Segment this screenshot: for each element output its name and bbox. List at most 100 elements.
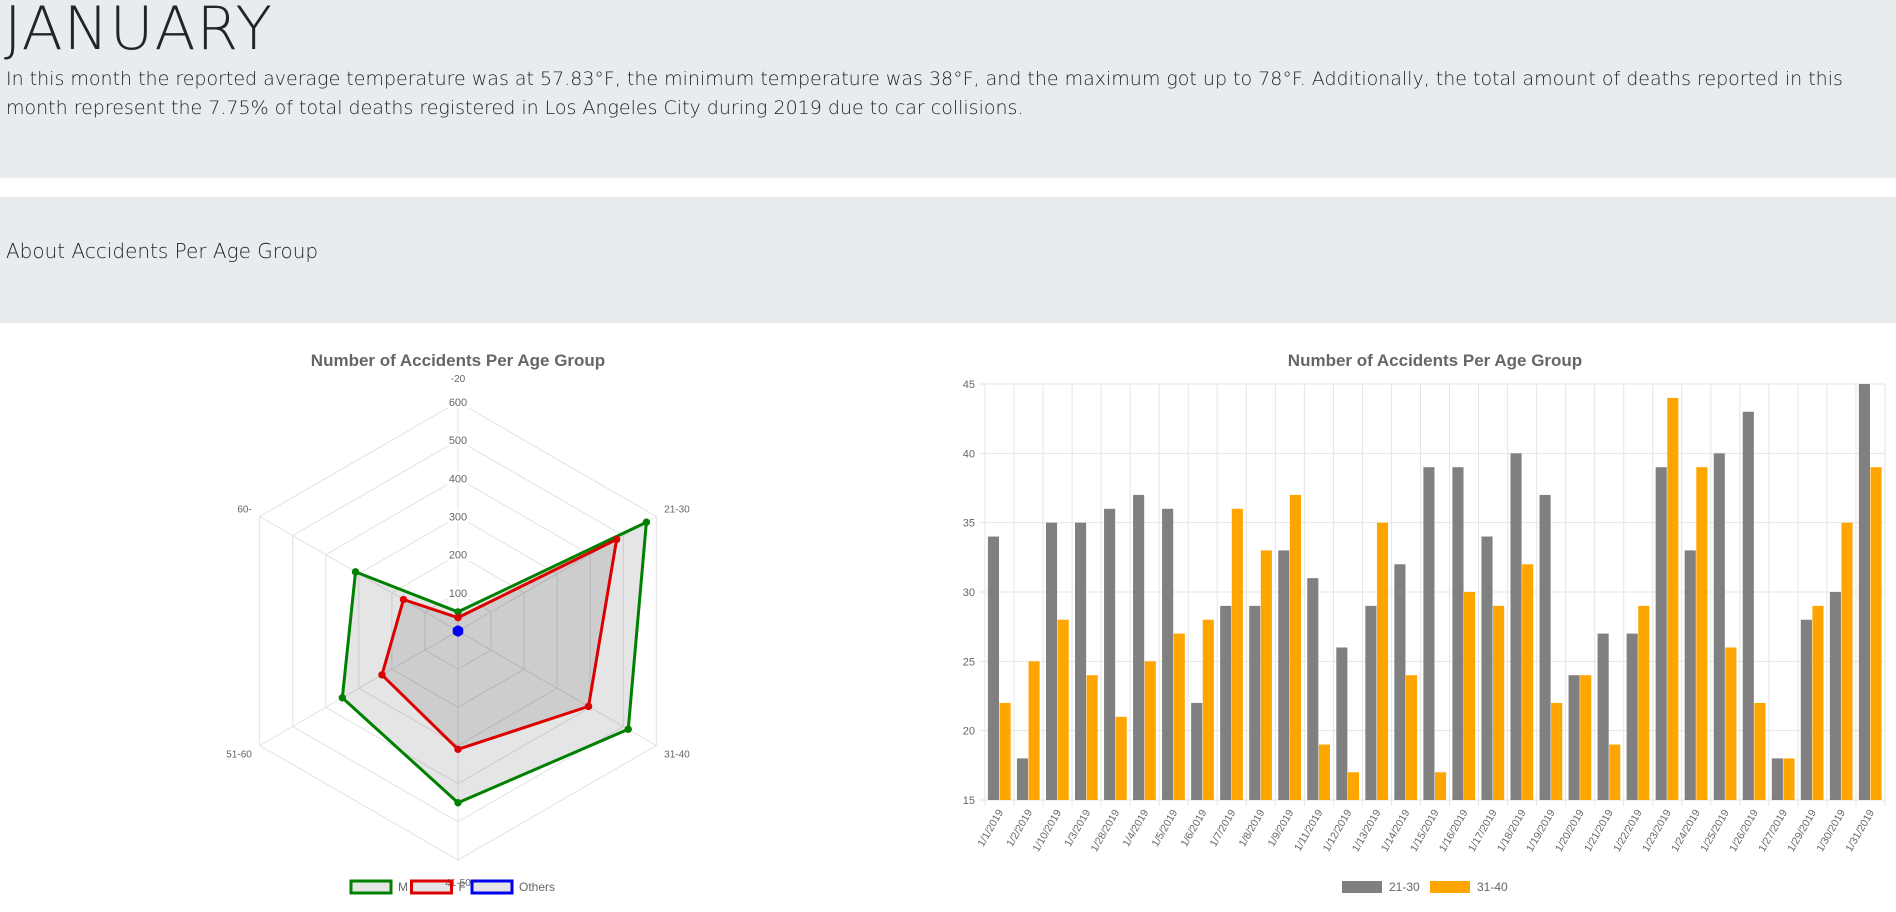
bar-21-30 <box>1423 467 1435 800</box>
radar-chart-container: Number of Accidents Per Age Group 100 200 3… <box>0 340 916 907</box>
bar-21-30 <box>1510 453 1522 800</box>
bar-21-30 <box>1278 550 1290 800</box>
bar-legend: 21-30 31-40 <box>1342 880 1508 894</box>
radar-point <box>584 702 593 711</box>
radar-point <box>378 671 386 679</box>
bar-x-tick-label: 1/28/2019 <box>1088 807 1122 854</box>
bar-31-40 <box>1086 675 1098 800</box>
bar-31-40 <box>1696 467 1708 800</box>
radar-point <box>452 626 461 634</box>
bar-31-40 <box>1405 675 1418 800</box>
radar-point <box>612 535 621 544</box>
radar-point <box>624 725 632 733</box>
radar-axis-label: -20 <box>451 374 466 385</box>
legend-swatch-21-30 <box>1342 881 1382 893</box>
bar-x-tick-label: 1/2/2019 <box>1004 807 1035 849</box>
bar-21-30 <box>1626 633 1638 800</box>
bar-x-tick-label: 1/7/2019 <box>1208 807 1239 849</box>
bar-21-30 <box>1742 411 1754 800</box>
bar-31-40 <box>1115 716 1127 800</box>
radar-tick-label: 100 <box>449 588 467 600</box>
radar-point <box>338 694 347 702</box>
bar-31-40 <box>1435 772 1447 800</box>
bar-21-30 <box>1539 494 1551 800</box>
bar-21-30 <box>1307 578 1319 800</box>
bar-y-tick-label: 20 <box>963 726 975 738</box>
legend-swatch-m <box>349 879 393 895</box>
bar-31-40 <box>1812 605 1824 800</box>
bar-31-40 <box>1783 758 1795 800</box>
bar-31-40 <box>1318 744 1330 800</box>
bar-31-40 <box>1580 675 1592 800</box>
bar-y-tick-label: 25 <box>963 656 975 668</box>
bar-chart-title: Number of Accidents Per Age Group <box>1288 351 1582 370</box>
radar-axis-label: 60- <box>237 505 251 516</box>
header-jumbotron: JANUARY In this month the reported avera… <box>0 0 1896 178</box>
bar-31-40 <box>1289 494 1301 800</box>
bar-31-40 <box>1522 564 1534 800</box>
bar-21-30 <box>1481 536 1493 800</box>
bar-21-30 <box>1104 508 1116 800</box>
radar-tick-label: 300 <box>449 512 467 524</box>
legend-swatch-f <box>410 879 453 895</box>
legend-swatch-31-40 <box>1430 881 1470 893</box>
bar-31-40 <box>1347 772 1360 800</box>
bar-x-tick-label: 1/8/2019 <box>1237 807 1268 849</box>
bar-31-40 <box>1841 522 1853 800</box>
radar-tick-label: 200 <box>449 550 467 562</box>
bar-31-40 <box>1870 467 1882 800</box>
bar-21-30 <box>1713 453 1725 800</box>
radar-point <box>454 745 462 754</box>
bar-21-30 <box>1771 758 1783 800</box>
bar-21-30 <box>1365 605 1377 800</box>
bar-31-40 <box>1609 744 1621 800</box>
legend-label: M <box>398 880 408 894</box>
bar-31-40 <box>1231 508 1243 800</box>
radar-point <box>399 595 408 604</box>
bar-x-tick-label: 1/10/2019 <box>1030 807 1064 854</box>
section-title: About Accidents Per Age Group <box>6 239 319 263</box>
bar-21-30 <box>1684 550 1696 800</box>
bar-21-30 <box>1249 605 1261 800</box>
bar-21-30 <box>1016 758 1029 800</box>
bar-y-tick-label: 40 <box>963 448 975 460</box>
radar-point <box>642 518 651 526</box>
legend-label: Others <box>519 880 555 894</box>
bar-y-tick-label: 30 <box>963 587 975 599</box>
bar-31-40 <box>1260 550 1272 800</box>
bar-31-40 <box>1144 661 1156 800</box>
bar-31-40 <box>1464 592 1476 800</box>
legend-label: F <box>459 880 466 894</box>
section-banner: About Accidents Per Age Group <box>0 197 1896 323</box>
bar-31-40 <box>1173 633 1185 800</box>
month-summary: In this month the reported average tempe… <box>6 68 1843 119</box>
legend-label: 21-30 <box>1389 880 1420 894</box>
bar-21-30 <box>1452 467 1464 800</box>
radar-axis-label: 51-60 <box>226 750 252 761</box>
bar-chart-container: Number of Accidents Per Age Group 15 20 25 3… <box>940 340 1896 907</box>
bar-x-tick-label: 1/31/2019 <box>1843 807 1877 854</box>
bar-21-30 <box>1858 384 1870 800</box>
legend-swatch-others <box>470 879 514 895</box>
bar-31-40 <box>1202 619 1214 800</box>
bar-21-30 <box>1162 508 1174 800</box>
radar-tick-label: 500 <box>449 435 467 447</box>
page-title: JANUARY <box>4 0 274 64</box>
radar-axis-label: 31-40 <box>664 750 690 761</box>
radar-tick-label: 400 <box>449 473 467 485</box>
radar-series-group <box>338 518 651 807</box>
bar-y-tick-label: 15 <box>963 795 975 807</box>
bar-31-40 <box>1754 702 1766 800</box>
bar-31-40 <box>1725 647 1737 800</box>
bar-31-40 <box>1667 397 1679 800</box>
bar-31-40 <box>1493 605 1505 800</box>
bar-31-40 <box>1638 605 1650 800</box>
radar-point <box>454 799 462 807</box>
bar-chart: Number of Accidents Per Age Group 15 20 25 3… <box>963 351 1886 894</box>
bar-21-30 <box>987 536 1000 800</box>
radar-chart: Number of Accidents Per Age Group 100 200 3… <box>226 351 690 895</box>
bar-x-tick-label: 1/6/2019 <box>1179 807 1210 849</box>
bar-x-tick-label: 1/9/2019 <box>1266 807 1297 849</box>
bar-y-tick-label: 35 <box>963 518 975 530</box>
bar-21-30 <box>1568 675 1580 800</box>
